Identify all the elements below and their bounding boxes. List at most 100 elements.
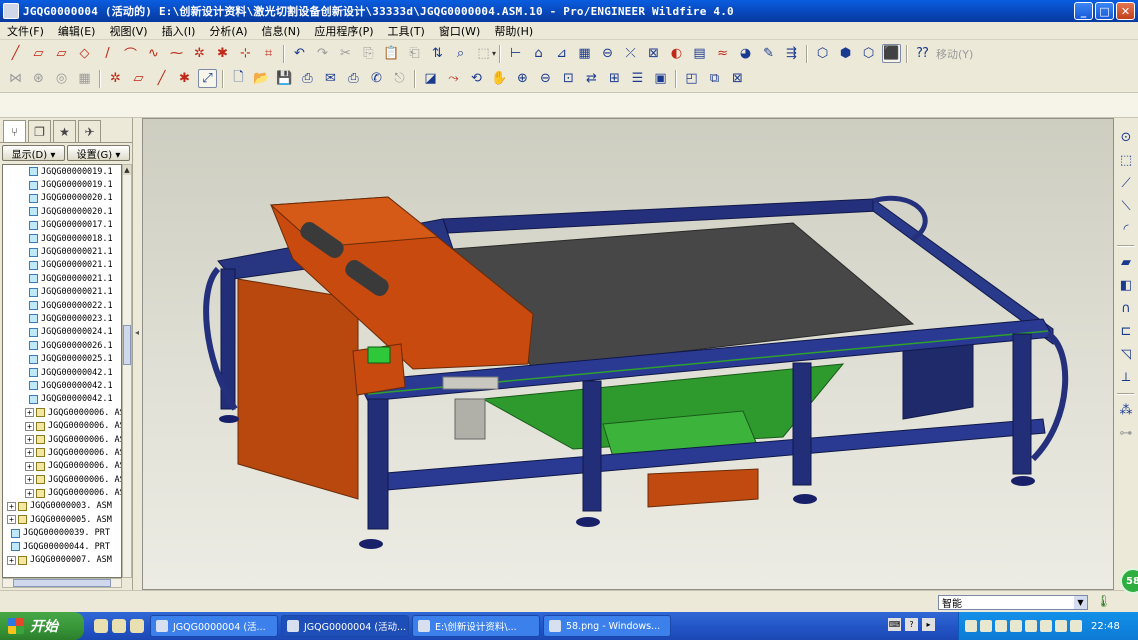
foot-3[interactable] — [793, 494, 817, 504]
pattern-icon[interactable]: ⁂ — [1117, 401, 1136, 420]
tree-item[interactable]: + JGQG0000006. AS — [3, 486, 121, 499]
print-icon[interactable]: ⎙ — [344, 69, 363, 88]
menu-window[interactable]: 窗口(W) — [432, 23, 487, 39]
reorient-icon[interactable]: ⇄ — [582, 69, 601, 88]
menu-view[interactable]: 视图(V) — [102, 23, 154, 39]
hidden-line-icon[interactable]: ⬢ — [836, 44, 855, 63]
datum-axis-icon[interactable]: ✱ — [213, 44, 232, 63]
tray-icon[interactable] — [980, 620, 992, 632]
tree-item[interactable]: + JGQG0000007. ASM — [3, 553, 121, 566]
no-hidden-icon[interactable]: ⬡ — [859, 44, 878, 63]
tree-item[interactable]: JGQG00000021.1 — [3, 286, 121, 299]
expand-icon[interactable]: + — [25, 461, 34, 471]
tree-item[interactable]: + JGQG0000005. ASM — [3, 513, 121, 526]
datum-plane-icon[interactable]: ⌗ — [259, 44, 278, 63]
sketch-polygon-icon[interactable]: ◇ — [75, 44, 94, 63]
tray-icon[interactable] — [1025, 620, 1037, 632]
tree-item[interactable]: JGQG00000023.1 — [3, 312, 121, 325]
tree-item[interactable]: + JGQG0000006. AS — [3, 419, 121, 432]
assembly-place-icon[interactable]: ⋈ — [6, 69, 25, 88]
show-button[interactable]: 显示(D) ▾ — [2, 145, 65, 161]
expand-icon[interactable]: + — [25, 475, 34, 485]
mirror-icon[interactable]: ⟂ — [1117, 368, 1136, 387]
right-cabinet[interactable] — [902, 338, 974, 420]
sketch-slash-icon[interactable]: / — [98, 44, 117, 63]
model-tree-tab[interactable]: ⑂ — [3, 120, 26, 142]
named-views-icon[interactable]: ⊞ — [605, 69, 624, 88]
expand-icon[interactable]: + — [25, 421, 34, 431]
menu-edit[interactable]: 编辑(E) — [51, 23, 103, 39]
quick-launch-icon[interactable] — [112, 619, 126, 633]
spin-toggle-icon[interactable]: ⤢ — [198, 69, 217, 88]
hopper-outlet[interactable] — [647, 468, 759, 508]
datum-point-icon[interactable]: ✲ — [190, 44, 209, 63]
hscroll-thumb[interactable] — [13, 579, 111, 587]
keyboard-icon[interactable]: ⌨ — [888, 618, 901, 631]
tray-icon[interactable] — [995, 620, 1007, 632]
app-icon[interactable] — [3, 3, 19, 19]
minimize-button[interactable]: _ — [1074, 2, 1093, 20]
folder-browser-tab[interactable]: ❐ — [28, 120, 51, 142]
email-attach-icon[interactable]: ✆ — [367, 69, 386, 88]
leg-front-right[interactable] — [1012, 333, 1032, 475]
leg-front-midright[interactable] — [792, 362, 812, 486]
table-icon[interactable]: ▦ — [575, 44, 594, 63]
ime-menu-icon[interactable]: ▸ — [922, 618, 935, 631]
tray-icon[interactable] — [1040, 620, 1052, 632]
favorites-tab[interactable]: ★ — [53, 120, 76, 142]
leg-front-left[interactable] — [367, 398, 389, 530]
tree-item[interactable]: JGQG00000021.1 — [3, 245, 121, 258]
package-icon[interactable]: ◎ — [52, 69, 71, 88]
appearance-icon[interactable]: ◐ — [667, 44, 686, 63]
select-dropdown-icon[interactable]: ▾ — [492, 49, 496, 58]
close-button[interactable]: ✕ — [1116, 2, 1135, 20]
new-file-icon[interactable]: 🗋 — [229, 69, 248, 88]
expand-icon[interactable]: + — [25, 435, 34, 444]
tray-icon[interactable] — [1055, 620, 1067, 632]
tree-item[interactable]: JGQG00000044. PRT — [3, 540, 121, 553]
select-box-icon[interactable]: ⬚ — [474, 44, 493, 63]
expand-icon[interactable]: + — [25, 488, 34, 498]
dimension-icon[interactable]: ⊢ — [506, 44, 525, 63]
leg-front-mid[interactable] — [582, 380, 602, 512]
tree-item[interactable]: JGQG00000042.1 — [3, 379, 121, 392]
sweep-icon[interactable]: ∩ — [1117, 299, 1136, 318]
orient-icon[interactable]: ⊿ — [552, 44, 571, 63]
foot-4[interactable] — [1011, 476, 1035, 486]
zoom-out-icon[interactable]: ⊖ — [536, 69, 555, 88]
tree-item[interactable]: JGQG00000025.1 — [3, 352, 121, 365]
sketch-curve-icon[interactable]: ⁓ — [167, 44, 186, 63]
find-icon[interactable]: ⌕ — [451, 44, 470, 63]
menu-applications[interactable]: 应用程序(P) — [307, 23, 380, 39]
expand-icon[interactable]: + — [25, 448, 34, 458]
graphics-viewport[interactable] — [142, 118, 1114, 590]
foot-1[interactable] — [359, 539, 383, 549]
csys-toggle-icon[interactable]: ✱ — [175, 69, 194, 88]
tree-item[interactable]: JGQG00000018.1 — [3, 232, 121, 245]
save-copy-icon[interactable]: ⎙ — [298, 69, 317, 88]
tree-item[interactable]: JGQG00000024.1 — [3, 326, 121, 339]
cable-chain-right[interactable] — [1030, 331, 1069, 462]
window-close-icon[interactable]: ⊠ — [728, 69, 747, 88]
tree-item[interactable]: JGQG00000026.1 — [3, 339, 121, 352]
extrude-icon[interactable]: ▰ — [1117, 253, 1136, 272]
shading-icon[interactable]: ⬛ — [882, 44, 902, 63]
expand-icon[interactable]: + — [7, 555, 16, 565]
refit-icon[interactable]: ⊡ — [559, 69, 578, 88]
tree-item[interactable]: JGQG00000042.1 — [3, 366, 121, 379]
undo-icon[interactable]: ↶ — [290, 44, 309, 63]
task-image-viewer[interactable]: 58.png - Windows... — [543, 615, 671, 637]
repaint-icon[interactable]: ⌂ — [529, 44, 548, 63]
spin-center-icon[interactable]: ≈ — [713, 44, 732, 63]
back-frame-rail[interactable] — [442, 198, 879, 234]
paste-special-icon[interactable]: ⎗ — [405, 44, 424, 63]
tree-horizontal-scrollbar[interactable] — [2, 578, 122, 588]
tree-item[interactable]: JGQG00000017.1 — [3, 219, 121, 232]
point-display-icon[interactable]: ⊠ — [644, 44, 663, 63]
layer-icon[interactable]: ▤ — [690, 44, 709, 63]
tree-item[interactable]: JGQG00000021.1 — [3, 259, 121, 272]
tray-icon[interactable] — [1010, 620, 1022, 632]
menu-info[interactable]: 信息(N) — [255, 23, 308, 39]
menu-analysis[interactable]: 分析(A) — [202, 23, 254, 39]
tree-item[interactable]: JGQG00000020.1 — [3, 205, 121, 218]
